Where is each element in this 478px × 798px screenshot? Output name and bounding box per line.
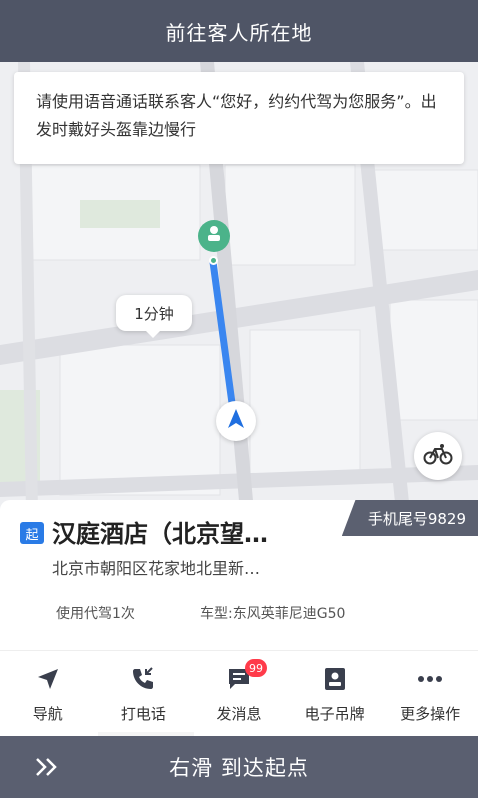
navigation-arrow-icon [34, 665, 62, 693]
car-model: 车型:东风英菲尼迪G50 [200, 606, 346, 622]
pickup-pin-dot [209, 256, 218, 265]
top-header: 前往客人所在地 [0, 0, 478, 62]
notice-text: 请使用语音通话联系客人“您好，约约代驾为您服务”。出发时戴好头盔靠边慢行 [36, 92, 437, 139]
phone-tail-text: 手机尾号9829 [367, 509, 466, 528]
phone-icon [129, 665, 157, 693]
call-label: 打电话 [120, 705, 166, 723]
badge-card-icon [321, 665, 349, 693]
more-actions-button[interactable]: 更多操作 [382, 651, 478, 736]
current-location-marker [216, 401, 256, 441]
navigate-label: 导航 [32, 705, 63, 723]
more-dots-icon [416, 665, 444, 693]
person-icon [204, 224, 224, 248]
navigate-button[interactable]: 导航 [0, 651, 96, 736]
e-badge-button[interactable]: 电子吊牌 [287, 651, 383, 736]
pickup-place-name: 汉庭酒店（北京望… [52, 520, 268, 548]
e-badge-label: 电子吊牌 [304, 705, 365, 723]
double-chevron-right-icon[interactable] [34, 756, 60, 782]
message-label: 发消息 [216, 705, 262, 723]
pickup-address: 北京市朝阳区花家地北里新… [52, 559, 261, 578]
eta-text: 1分钟 [134, 304, 174, 323]
message-icon: 99 [225, 659, 267, 693]
action-bar: 导航 打电话 99 发消息 电子吊牌 更多操作 [0, 650, 478, 736]
bike-mode-button[interactable] [414, 432, 462, 480]
usage-count: 使用代驾1次 [56, 606, 135, 622]
phone-tail-tag: 手机尾号9829 [341, 500, 478, 536]
start-badge: 起 [20, 522, 44, 544]
unread-count-badge: 99 [244, 659, 267, 677]
passenger-location-pin[interactable] [198, 220, 230, 252]
bicycle-icon [423, 443, 453, 469]
slide-to-arrive-bar[interactable]: 右滑 到达起点 [0, 736, 478, 798]
eta-bubble: 1分钟 [116, 295, 192, 338]
location-arrow-icon [225, 408, 247, 434]
slide-text: 右滑 到达起点 [169, 756, 309, 780]
voice-call-notice: 请使用语音通话联系客人“您好，约约代驾为您服务”。出发时戴好头盔靠边慢行 [14, 72, 464, 164]
message-button[interactable]: 99 发消息 [191, 651, 287, 736]
start-badge-text: 起 [25, 527, 39, 543]
call-button[interactable]: 打电话 [96, 651, 192, 736]
more-actions-label: 更多操作 [400, 705, 461, 723]
page-title: 前往客人所在地 [165, 20, 313, 45]
